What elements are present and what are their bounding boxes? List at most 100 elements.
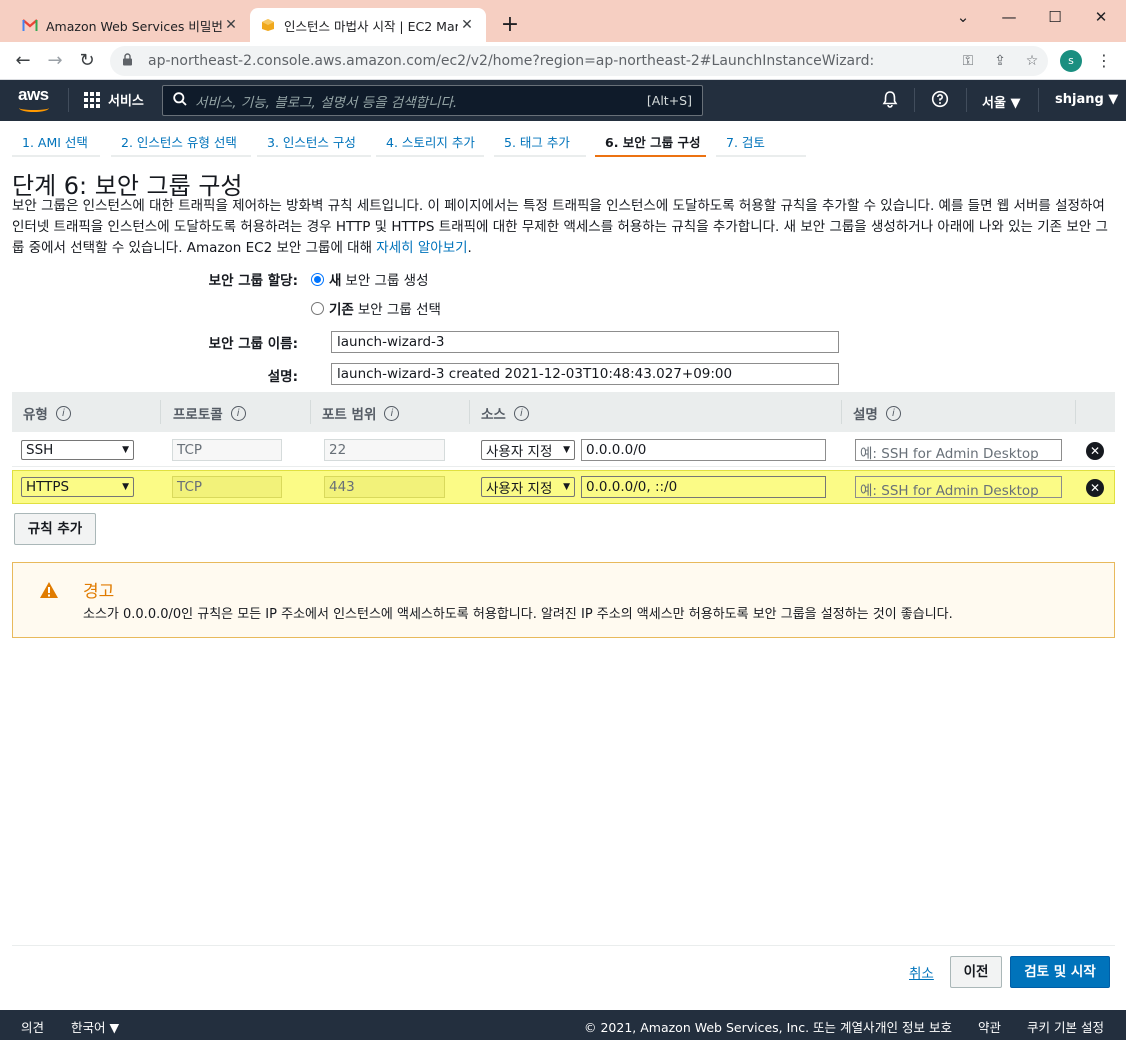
console-footer: 의견 한국어 ▼ © 2021, Amazon Web Services, In… <box>0 1010 1126 1040</box>
step-security-group[interactable]: 6. 보안 그룹 구성 <box>595 128 706 157</box>
browser-toolbar: ← → ↻ ap-northeast-2.console.aws.amazon.… <box>0 42 1126 80</box>
reload-icon[interactable]: ↻ <box>74 48 100 74</box>
col-port-range: 포트 범위 i <box>322 403 400 423</box>
type-value: HTTPS <box>26 479 70 495</box>
warning-alert: 경고 소스가 0.0.0.0/0인 규칙은 모든 IP 주소에서 인스턴스에 액… <box>12 562 1115 638</box>
privacy-link[interactable]: 개인 정보 보호 <box>875 1017 952 1036</box>
source-cidr-input[interactable]: 0.0.0.0/0, ::/0 <box>581 476 826 498</box>
col-protocol-label: 프로토콜 <box>173 407 223 423</box>
help-icon[interactable] <box>929 90 951 112</box>
browser-tab-gmail[interactable]: Amazon Web Services 비밀번호 ✕ <box>12 8 250 42</box>
terms-link[interactable]: 약관 <box>978 1017 1001 1036</box>
col-source-label: 소스 <box>481 407 506 423</box>
services-label: 서비스 <box>108 94 144 109</box>
forward-icon[interactable]: → <box>42 48 68 74</box>
source-type-value: 사용자 지정 <box>486 444 553 460</box>
region-selector[interactable]: 서울 ▼ <box>982 92 1020 111</box>
step-ami[interactable]: 1. AMI 선택 <box>12 128 100 157</box>
group-name-input[interactable]: launch-wizard-3 <box>331 331 839 353</box>
rule-description-input[interactable]: 예: SSH for Admin Desktop <box>855 439 1062 461</box>
type-value: SSH <box>26 442 54 458</box>
chevron-down-icon: ▼ <box>563 445 570 455</box>
cookie-preferences-link[interactable]: 쿠키 기본 설정 <box>1027 1017 1104 1036</box>
bookmark-star-icon[interactable]: ☆ <box>1016 53 1048 69</box>
feedback-link[interactable]: 의견 <box>21 1017 44 1036</box>
aws-search-input[interactable]: 서비스, 기능, 블로그, 설명서 등을 검색합니다. [Alt+S] <box>162 85 703 116</box>
rule-description-input[interactable]: 예: SSH for Admin Desktop <box>855 476 1062 498</box>
cancel-link[interactable]: 취소 <box>909 962 934 982</box>
type-select[interactable]: HTTPS ▼ <box>21 477 134 497</box>
description-input[interactable]: launch-wizard-3 created 2021-12-03T10:48… <box>331 363 839 385</box>
col-description: 설명 i <box>853 403 901 423</box>
protocol-field: TCP <box>172 476 282 498</box>
account-menu[interactable]: shjang ▼ <box>1055 92 1118 107</box>
radio-unselected-icon <box>311 301 324 315</box>
close-tab-icon[interactable]: ✕ <box>458 17 476 33</box>
minimize-icon[interactable]: — <box>986 4 1032 32</box>
info-icon[interactable]: i <box>384 405 400 421</box>
share-icon[interactable]: ⇪ <box>984 53 1016 69</box>
new-tab-icon[interactable]: + <box>498 14 522 38</box>
radio-existing-text: 보안 그룹 선택 <box>357 302 441 318</box>
language-selector[interactable]: 한국어 ▼ <box>71 1017 119 1036</box>
browser-tab-ec2[interactable]: 인스턴스 마법사 시작 | EC2 Mar ✕ <box>250 8 486 42</box>
step-review[interactable]: 7. 검토 <box>716 128 806 157</box>
gmail-icon <box>22 17 38 33</box>
services-menu-button[interactable]: 서비스 <box>84 90 144 109</box>
delete-rule-icon[interactable]: ✕ <box>1086 442 1104 460</box>
source-cidr-input[interactable]: 0.0.0.0/0 <box>581 439 826 461</box>
info-icon[interactable]: i <box>885 405 901 421</box>
step-add-storage[interactable]: 4. 스토리지 추가 <box>376 128 484 157</box>
search-placeholder: 서비스, 기능, 블로그, 설명서 등을 검색합니다. <box>195 94 458 111</box>
address-bar[interactable]: ap-northeast-2.console.aws.amazon.com/ec… <box>110 46 1048 76</box>
delete-rule-icon[interactable]: ✕ <box>1086 479 1104 497</box>
aws-console-header: aws 서비스 서비스, 기능, 블로그, 설명서 등을 검색합니다. [Alt… <box>0 80 1126 121</box>
step-add-tags[interactable]: 5. 태그 추가 <box>494 128 586 157</box>
info-icon[interactable]: i <box>513 405 529 421</box>
tab-title: 인스턴스 마법사 시작 | EC2 Mar <box>284 18 458 34</box>
step-instance-type[interactable]: 2. 인스턴스 유형 선택 <box>111 128 251 157</box>
close-window-icon[interactable]: ✕ <box>1078 4 1124 32</box>
divider <box>12 945 1115 946</box>
source-type-select[interactable]: 사용자 지정 ▼ <box>481 477 575 497</box>
key-icon[interactable]: ⚿ <box>952 53 984 69</box>
chevron-down-icon: ▼ <box>563 482 570 492</box>
add-rule-button[interactable]: 규칙 추가 <box>14 513 96 545</box>
step-configure-instance[interactable]: 3. 인스턴스 구성 <box>257 128 371 157</box>
source-type-select[interactable]: 사용자 지정 ▼ <box>481 440 575 460</box>
window-dropdown-icon[interactable]: ⌄ <box>940 4 986 32</box>
info-icon[interactable]: i <box>230 405 246 421</box>
warning-title: 경고 <box>83 582 115 602</box>
close-tab-icon[interactable]: ✕ <box>222 17 240 33</box>
aws-logo[interactable]: aws <box>18 86 52 114</box>
bell-icon[interactable] <box>879 90 901 112</box>
previous-button[interactable]: 이전 <box>950 956 1002 988</box>
learn-more-link[interactable]: 자세히 알아보기 <box>376 240 467 256</box>
divider <box>841 400 842 424</box>
maximize-icon[interactable]: ☐ <box>1032 4 1078 32</box>
chevron-down-icon: ▼ <box>122 445 129 455</box>
group-name-label: 보안 그룹 이름: <box>208 336 298 352</box>
radio-new-text: 보안 그룹 생성 <box>345 273 429 289</box>
profile-avatar[interactable]: s <box>1060 50 1082 72</box>
intro-text: 보안 그룹은 인스턴스에 대한 트래픽을 제어하는 방화벽 규칙 세트입니다. … <box>12 196 1116 259</box>
protocol-field: TCP <box>172 439 282 461</box>
divider <box>1075 400 1076 424</box>
port-field: 22 <box>324 439 445 461</box>
warning-icon <box>39 581 59 603</box>
assign-label: 보안 그룹 할당: <box>208 273 298 289</box>
table-row-highlighted: HTTPS ▼ TCP 443 사용자 지정 ▼ 0.0.0.0/0, ::/0 예… <box>12 470 1115 504</box>
divider <box>310 400 311 424</box>
info-icon[interactable]: i <box>55 405 71 421</box>
browser-menu-icon[interactable]: ⋮ <box>1094 48 1114 74</box>
radio-existing-group[interactable]: 기존 보안 그룹 선택 <box>311 298 441 318</box>
radio-new-group[interactable]: 새 보안 그룹 생성 <box>311 269 429 289</box>
type-select[interactable]: SSH ▼ <box>21 440 134 460</box>
back-icon[interactable]: ← <box>10 48 36 74</box>
radio-existing-bold: 기존 <box>329 302 354 318</box>
review-and-launch-button[interactable]: 검토 및 시작 <box>1010 956 1110 988</box>
chevron-down-icon: ▼ <box>122 482 129 492</box>
warning-text: 소스가 0.0.0.0/0인 규칙은 모든 IP 주소에서 인스턴스에 액세스하… <box>83 607 953 622</box>
col-source: 소스 i <box>481 403 529 423</box>
divider <box>966 88 967 112</box>
